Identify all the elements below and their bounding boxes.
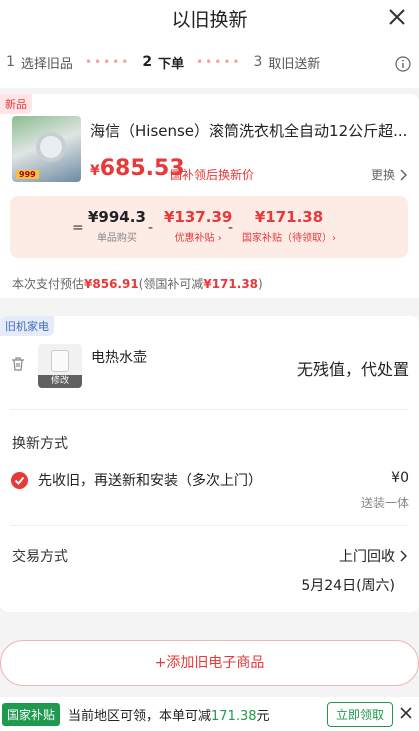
chevron-right-icon bbox=[400, 550, 407, 562]
old-item-badge: 旧机家电 bbox=[0, 316, 54, 336]
claim-subsidy-button[interactable]: 立即领取 bbox=[326, 702, 393, 727]
swap-fee: ¥0 bbox=[391, 470, 409, 486]
step-number: 3 bbox=[253, 54, 263, 70]
old-item-card: 旧机家电 修改 电热水壶 无残值，代处置 换新方式 先收旧，再送新和安装（多次上… bbox=[0, 316, 419, 612]
subsidy-text-suffix: 元 bbox=[256, 708, 270, 724]
national-subsidy-badge: 国家补贴 bbox=[2, 702, 61, 726]
product-name[interactable]: 海信（Hisense）滚筒洗衣机全自动12公斤超... bbox=[90, 120, 410, 141]
swap-label: 更换 bbox=[370, 168, 395, 182]
minus-sign: - bbox=[148, 220, 154, 236]
unit-price: ¥994.3 单品购买 bbox=[88, 208, 146, 244]
washer-thumbnail[interactable]: 999 bbox=[12, 116, 81, 182]
washer-drum-icon bbox=[36, 132, 66, 162]
close-icon[interactable] bbox=[387, 7, 407, 27]
swap-method-option[interactable]: 先收旧，再送新和安装（多次上门） bbox=[38, 470, 262, 490]
unit-price-value: ¥994.3 bbox=[88, 208, 146, 226]
edit-old-item-button[interactable]: 修改 bbox=[38, 375, 82, 388]
new-item-card: 新品 999 海信（Hisense）滚筒洗衣机全自动12公斤超... ¥685.… bbox=[0, 94, 419, 298]
step-1: 1 选择旧品 bbox=[6, 53, 73, 72]
pay-amount: ¥856.91 bbox=[84, 277, 139, 291]
equals-sign: = bbox=[72, 220, 84, 236]
divider bbox=[10, 409, 409, 410]
step-3: 3 取旧送新 bbox=[253, 53, 320, 72]
pay-suffix: ) bbox=[258, 277, 263, 291]
step-label: 取旧送新 bbox=[268, 56, 321, 72]
pay-prefix: 本次支付预估 bbox=[12, 277, 85, 291]
thumb-price-tag: 999 bbox=[16, 170, 39, 179]
header: 以旧换新 bbox=[0, 0, 419, 36]
trade-method-selector[interactable]: 上门回收 bbox=[339, 546, 407, 566]
trash-icon[interactable] bbox=[10, 356, 26, 372]
swap-method-title: 换新方式 bbox=[12, 436, 68, 452]
step-number: 2 bbox=[142, 54, 153, 70]
pickup-date[interactable]: 5月24日(周六) bbox=[301, 575, 395, 595]
coupon-subsidy[interactable]: ¥137.39 优惠补贴 › bbox=[164, 208, 232, 244]
step-label: 下单 bbox=[158, 56, 185, 72]
trade-method-value: 上门回收 bbox=[339, 549, 395, 565]
coupon-value: ¥137.39 bbox=[164, 208, 233, 226]
unit-price-label: 单品购买 bbox=[96, 233, 137, 244]
divider bbox=[10, 525, 409, 526]
coupon-label: 优惠补贴 › bbox=[174, 233, 222, 244]
swap-fee-note: 送装一体 bbox=[360, 496, 409, 510]
kettle-icon bbox=[51, 350, 69, 372]
swap-button[interactable]: 更换 bbox=[371, 166, 407, 183]
step-label: 选择旧品 bbox=[20, 56, 73, 72]
chevron-right-icon bbox=[400, 168, 407, 181]
subsidy-amount: 171.38 bbox=[211, 708, 257, 724]
step-dots: ••••• bbox=[196, 55, 242, 69]
close-icon[interactable] bbox=[399, 706, 413, 720]
residual-value-text: 无残值，代处置 bbox=[296, 360, 409, 379]
page-title: 以旧换新 bbox=[171, 9, 248, 31]
kettle-thumbnail[interactable]: 修改 bbox=[38, 344, 82, 388]
old-item-name: 电热水壶 bbox=[91, 350, 147, 366]
subsidy-bar: 国家补贴 当前地区可领，本单可减171.38元 立即领取 bbox=[0, 697, 419, 731]
check-icon[interactable] bbox=[11, 472, 28, 489]
payment-estimate: 本次支付预估¥856.91(领国补可减¥171.38) bbox=[12, 275, 263, 292]
minus-sign: - bbox=[228, 220, 234, 236]
subsidy-text: 当前地区可领，本单可减171.38元 bbox=[68, 705, 270, 724]
currency-symbol: ¥ bbox=[90, 163, 100, 179]
add-old-item-button[interactable]: +添加旧电子商品 bbox=[0, 640, 419, 686]
national-subsidy[interactable]: ¥171.38 国家补贴（待领取）› bbox=[242, 208, 336, 244]
step-dots: ••••• bbox=[84, 55, 131, 69]
price-breakdown: = ¥994.3 单品购买 - ¥137.39 优惠补贴 › - ¥171.38… bbox=[10, 196, 408, 258]
subsidy-text-prefix: 当前地区可领，本单可减 bbox=[68, 708, 212, 724]
pay-reduce: ¥171.38 bbox=[203, 277, 259, 291]
info-icon[interactable] bbox=[395, 56, 411, 72]
trade-method-title: 交易方式 bbox=[12, 549, 68, 565]
national-subsidy-label: 国家补贴（待领取）› bbox=[242, 233, 336, 244]
pay-mid: (领国补可减 bbox=[138, 277, 204, 291]
new-item-badge: 新品 bbox=[0, 94, 32, 114]
price-label: 国补领后换新价 bbox=[170, 168, 255, 182]
step-2: 2 下单 bbox=[142, 53, 184, 72]
national-subsidy-value: ¥171.38 bbox=[254, 208, 324, 226]
step-number: 1 bbox=[6, 54, 15, 70]
step-indicator: 1 选择旧品 ••••• 2 下单 ••••• 3 取旧送新 bbox=[0, 36, 419, 88]
